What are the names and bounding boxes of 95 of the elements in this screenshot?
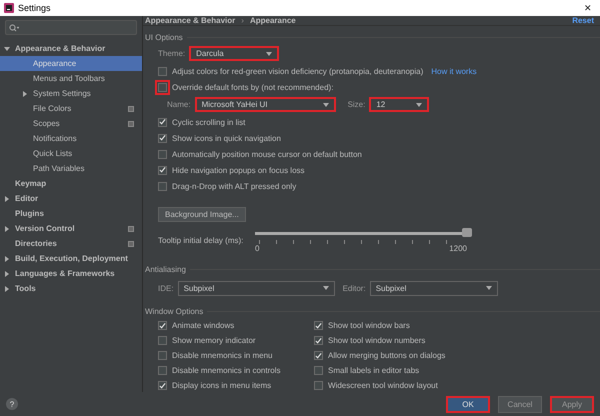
- dialog-button[interactable]: Cancel: [498, 396, 542, 412]
- checkbox-label: Automatically position mouse cursor on default button: [172, 150, 362, 158]
- dropdown[interactable]: Subpixel: [370, 280, 498, 296]
- breadcrumb-separator: ›: [241, 16, 244, 25]
- checkbox[interactable]: [314, 336, 323, 345]
- collapsed-arrow-icon[interactable]: [22, 90, 28, 96]
- tree-item[interactable]: Menus and Toolbars: [0, 71, 142, 86]
- search-icon: [9, 24, 19, 32]
- tree-item[interactable]: Editor: [0, 191, 142, 206]
- tree-item[interactable]: Path Variables: [0, 161, 142, 176]
- expanded-arrow-icon[interactable]: [4, 46, 10, 52]
- help-button[interactable]: ?: [6, 398, 18, 410]
- checkbox[interactable]: [158, 82, 167, 92]
- section-title: UI Options: [145, 32, 183, 42]
- checkbox[interactable]: [158, 381, 167, 390]
- tree-item[interactable]: System Settings: [0, 86, 142, 101]
- collapsed-arrow-icon[interactable]: [4, 196, 10, 202]
- tree-item[interactable]: File Colors: [0, 101, 142, 116]
- app-icon: [4, 3, 14, 13]
- checkbox-label: Widescreen tool window layout: [328, 381, 438, 390]
- breadcrumb-item: Appearance & Behavior: [145, 16, 236, 25]
- checkbox[interactable]: [314, 321, 323, 330]
- checkbox-label: Cyclic scrolling in list: [172, 118, 246, 126]
- collapsed-arrow-icon[interactable]: [4, 226, 10, 232]
- tree-item[interactable]: Languages & Frameworks: [0, 266, 142, 281]
- checkbox-label: Show tool window numbers: [328, 336, 426, 345]
- checkbox[interactable]: [158, 118, 167, 126]
- collapsed-arrow-icon[interactable]: [4, 286, 10, 292]
- checkbox[interactable]: [314, 381, 323, 390]
- checkbox[interactable]: [314, 366, 323, 375]
- tree-item[interactable]: Appearance: [0, 56, 142, 71]
- checkbox[interactable]: [158, 366, 167, 375]
- breadcrumb-item: Appearance: [250, 16, 296, 25]
- background-image-button[interactable]: Background Image...: [158, 206, 246, 222]
- dropdown[interactable]: Subpixel: [178, 280, 335, 296]
- caret-icon: [322, 102, 329, 106]
- checkbox[interactable]: [158, 166, 167, 174]
- dropdown[interactable]: 12: [369, 97, 430, 112]
- field-label: Editor:: [342, 284, 366, 292]
- tree-item[interactable]: Keymap: [0, 176, 142, 191]
- slider-min-label: 0: [255, 244, 260, 253]
- tree-item[interactable]: Directories: [0, 236, 142, 251]
- tree-item[interactable]: Version Control: [0, 221, 142, 236]
- checkbox-label: Small labels in editor tabs: [328, 366, 420, 375]
- slider-label: Tooltip initial delay (ms):: [158, 236, 244, 245]
- checkbox[interactable]: [158, 134, 167, 142]
- dropdown[interactable]: Microsoft YaHei UI: [194, 97, 336, 112]
- collapsed-arrow-icon[interactable]: [4, 270, 10, 276]
- close-button[interactable]: ✕: [580, 3, 596, 13]
- tree-item[interactable]: Notifications: [0, 131, 142, 146]
- checkbox-label: Disable mnemonics in menu: [172, 351, 272, 360]
- checkbox-label: Allow merging buttons on dialogs: [328, 351, 446, 360]
- collapsed-arrow-icon[interactable]: [4, 256, 10, 262]
- checkbox[interactable]: [158, 321, 167, 330]
- tree-item[interactable]: Plugins: [0, 206, 142, 221]
- checkbox[interactable]: [158, 336, 167, 345]
- field-label: Size:: [348, 100, 366, 109]
- section-title: Window Options: [145, 306, 204, 316]
- checkbox[interactable]: [158, 66, 167, 76]
- field-label: IDE:: [158, 284, 174, 292]
- tree-item[interactable]: Build, Execution, Deployment: [0, 251, 142, 266]
- field-label: Name:: [167, 100, 191, 109]
- tree-item[interactable]: Appearance & Behavior: [0, 41, 142, 56]
- checkbox-label: Adjust colors for red-green vision deficiency (protanopia, deuteranopia): [172, 66, 424, 76]
- checkbox-label: Hide navigation popups on focus loss: [172, 166, 305, 174]
- caret-icon: [322, 286, 329, 290]
- caret-icon: [416, 102, 422, 106]
- checkbox[interactable]: [158, 150, 167, 158]
- checkbox-label: Override default fonts by (not recommended):: [172, 82, 334, 92]
- tree-item[interactable]: Scopes: [0, 116, 142, 131]
- field-label: Theme:: [158, 49, 186, 58]
- caret-icon: [486, 286, 492, 290]
- checkbox-label: Animate windows: [172, 321, 234, 330]
- checkbox[interactable]: [314, 351, 323, 360]
- tree-item[interactable]: Quick Lists: [0, 146, 142, 161]
- help-link[interactable]: How it works: [431, 66, 477, 76]
- checkbox-label: Disable mnemonics in controls: [172, 366, 280, 375]
- checkbox-label: Drag-n-Drop with ALT pressed only: [172, 182, 296, 190]
- checkbox[interactable]: [158, 182, 167, 190]
- caret-icon: [266, 52, 272, 56]
- dropdown[interactable]: Darcula: [189, 46, 280, 61]
- checkbox-label: Show icons in quick navigation: [172, 134, 281, 142]
- slider-thumb[interactable]: [462, 228, 472, 237]
- section-title: Antialiasing: [145, 264, 186, 274]
- dialog-button[interactable]: Apply: [550, 396, 594, 412]
- tree-item[interactable]: Tools: [0, 281, 142, 296]
- checkbox-label: Display icons in menu items: [172, 381, 272, 390]
- window-title: Settings: [18, 3, 51, 13]
- reset-link[interactable]: Reset: [572, 16, 594, 25]
- dialog-button[interactable]: OK: [446, 396, 490, 412]
- checkbox-label: Show memory indicator: [172, 336, 256, 345]
- slider-max-label: 1200: [449, 244, 467, 253]
- search-field[interactable]: [5, 20, 137, 35]
- checkbox[interactable]: [158, 351, 167, 360]
- checkbox-label: Show tool window bars: [328, 321, 410, 330]
